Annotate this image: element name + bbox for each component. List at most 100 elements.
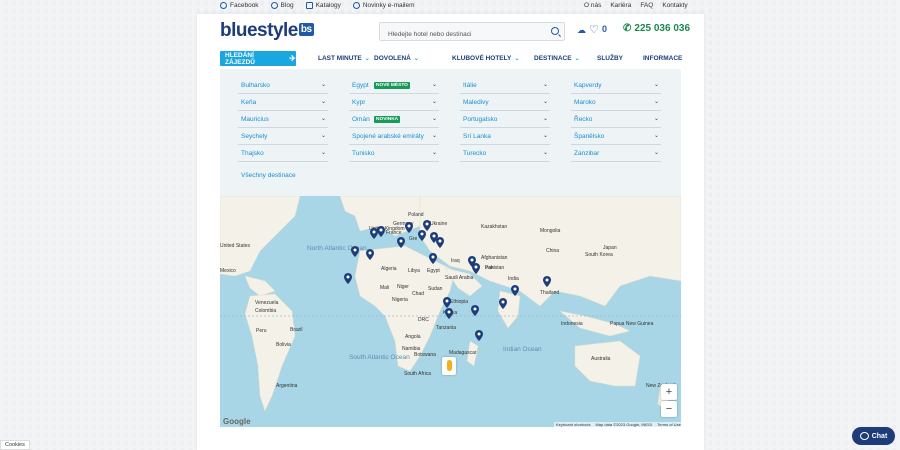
- destination-item[interactable]: Španělsko ⌄: [571, 130, 661, 145]
- zoom-out-button[interactable]: −: [661, 401, 677, 417]
- country-label: Afghanistan: [481, 255, 508, 261]
- destination-item[interactable]: Portugalsko ⌄: [460, 113, 550, 128]
- phone-link[interactable]: ✆ 225 036 036: [623, 23, 690, 34]
- destination-item[interactable]: Turecko ⌄: [460, 147, 550, 162]
- destination-label: Turecko: [463, 150, 487, 157]
- favorites-count: 0: [602, 24, 608, 34]
- destination-item[interactable]: Mauricius ⌄: [238, 113, 328, 128]
- map-pin-icon[interactable]: [445, 308, 453, 319]
- map-pin-icon[interactable]: [418, 230, 426, 241]
- country-label: Mongolia: [540, 228, 561, 234]
- phone-icon: ✆: [623, 23, 632, 34]
- map-pin-icon[interactable]: [344, 273, 352, 284]
- country-label: Saudi Arabia: [445, 275, 474, 281]
- country-label: DRC: [418, 317, 429, 323]
- all-destinations-link[interactable]: Všechny destinace: [241, 172, 296, 179]
- map-pin-icon[interactable]: [471, 305, 479, 316]
- catalog-icon: [305, 2, 313, 9]
- country-label: Niger: [397, 284, 409, 290]
- map-pin-icon[interactable]: [397, 237, 405, 248]
- map-data-credit: Map data ©2023 Google, INEGI: [595, 422, 653, 427]
- nav-item-last-minute[interactable]: LAST MINUTE ⌄: [318, 55, 370, 62]
- country-label: China: [546, 248, 560, 254]
- nav-item-club-hotels[interactable]: KLUBOVÉ HOTELY ⌄: [452, 55, 519, 62]
- nav-item-dovolena[interactable]: DOVOLENÁ ⌄: [374, 55, 419, 62]
- weather-icon[interactable]: ☁: [577, 25, 586, 36]
- chevron-down-icon: ⌄: [364, 56, 370, 62]
- nav-item-services[interactable]: SLUŽBY: [597, 55, 623, 62]
- country-label: Egypt: [427, 268, 440, 274]
- destination-item[interactable]: Itálie ⌄: [460, 79, 550, 94]
- map-pin-icon[interactable]: [436, 237, 444, 248]
- search-input[interactable]: [380, 27, 548, 42]
- map-pin-icon[interactable]: [472, 263, 480, 274]
- destination-item[interactable]: Řecko ⌄: [571, 113, 661, 128]
- destination-item[interactable]: Zanzibar ⌄: [571, 147, 661, 162]
- logo[interactable]: bluestyle bs: [220, 20, 314, 42]
- map-pin-icon[interactable]: [499, 298, 507, 309]
- map-pin-icon[interactable]: [366, 249, 374, 260]
- topbar-link-contacts[interactable]: Kontakty: [662, 2, 687, 9]
- chevron-down-icon: ⌄: [320, 82, 326, 88]
- chevron-down-icon: ⌄: [542, 150, 548, 156]
- destination-item[interactable]: Tunisko ⌄: [349, 147, 439, 162]
- country-label: India: [508, 276, 519, 282]
- chevron-down-icon: ⌄: [431, 116, 437, 122]
- destination-item[interactable]: Spojené arabské emiráty ⌄: [349, 130, 439, 145]
- topbar-link-faq[interactable]: FAQ: [640, 2, 653, 9]
- destination-label: Řecko: [574, 116, 593, 123]
- map-pin-icon[interactable]: [443, 297, 451, 308]
- map-pin-icon[interactable]: [429, 253, 437, 264]
- chat-button[interactable]: Chat: [852, 427, 895, 445]
- terms-link[interactable]: Terms of Use: [657, 422, 681, 427]
- destination-item[interactable]: Maroko ⌄: [571, 96, 661, 111]
- map-pin-icon[interactable]: [511, 285, 519, 296]
- map-pin-icon[interactable]: [377, 226, 385, 237]
- destination-item[interactable]: Egypt NOVÉ MĚSTO ⌄: [349, 79, 439, 94]
- search-tours-button[interactable]: HLEDÁNÍ ZÁJEZDŮ ✈: [220, 51, 296, 66]
- topbar-link-about[interactable]: O nás: [584, 2, 601, 9]
- keyboard-shortcuts-link[interactable]: Keyboard shortcuts: [556, 422, 590, 427]
- chevron-down-icon: ⌄: [542, 99, 548, 105]
- map-pin-icon[interactable]: [543, 276, 551, 287]
- country-label: France: [386, 230, 402, 236]
- map-pin-icon[interactable]: [405, 222, 413, 233]
- search-icon[interactable]: [551, 27, 559, 35]
- street-view-pegman[interactable]: [442, 357, 456, 375]
- topbar-link-catalog[interactable]: Katalogy: [305, 2, 341, 9]
- topbar-link-blog[interactable]: Blog: [270, 2, 294, 9]
- destination-item[interactable]: Srí Lanka ⌄: [460, 130, 550, 145]
- destination-item[interactable]: Seychely ⌄: [238, 130, 328, 145]
- destination-item[interactable]: Maledivy ⌄: [460, 96, 550, 111]
- destination-item[interactable]: Thajsko ⌄: [238, 147, 328, 162]
- topbar-link-career[interactable]: Kariéra: [610, 2, 631, 9]
- cookies-button[interactable]: Cookies: [0, 440, 30, 450]
- topbar-link-facebook[interactable]: Facebook: [220, 2, 259, 9]
- country-label: Japan: [603, 245, 617, 251]
- nav-item-information[interactable]: INFORMACE: [643, 55, 682, 62]
- destination-item[interactable]: Kypr ⌄: [349, 96, 439, 111]
- chevron-down-icon: ⌄: [320, 150, 326, 156]
- destination-item[interactable]: Omán NOVINKA ⌄: [349, 113, 439, 128]
- ocean-label: Indian Ocean: [503, 346, 542, 353]
- topbar-link-newsletter[interactable]: Novinky e-mailem: [352, 2, 415, 9]
- destination-item[interactable]: Bulharsko ⌄: [238, 79, 328, 94]
- zoom-in-button[interactable]: +: [661, 384, 677, 400]
- destination-label: Itálie: [463, 82, 477, 89]
- destination-label: Portugalsko: [463, 116, 498, 123]
- country-label: South Africa: [404, 371, 431, 377]
- nav-item-destinations[interactable]: DESTINACE ⌄: [534, 55, 580, 62]
- country-label: Venezuela: [255, 300, 279, 306]
- chevron-down-icon: ⌄: [431, 99, 437, 105]
- destination-label: Egypt: [352, 82, 369, 89]
- google-logo: Google: [223, 417, 251, 426]
- heart-icon[interactable]: ♡: [589, 23, 599, 36]
- search-box: [379, 22, 565, 42]
- map-pin-icon[interactable]: [475, 330, 483, 341]
- country-label: Madagascar: [449, 350, 477, 356]
- destination-item[interactable]: Kapverdy ⌄: [571, 79, 661, 94]
- chevron-down-icon: ⌄: [542, 116, 548, 122]
- map-pin-icon[interactable]: [351, 246, 359, 257]
- destination-badge: NOVÉ MĚSTO: [374, 82, 410, 89]
- destination-item[interactable]: Keňa ⌄: [238, 96, 328, 111]
